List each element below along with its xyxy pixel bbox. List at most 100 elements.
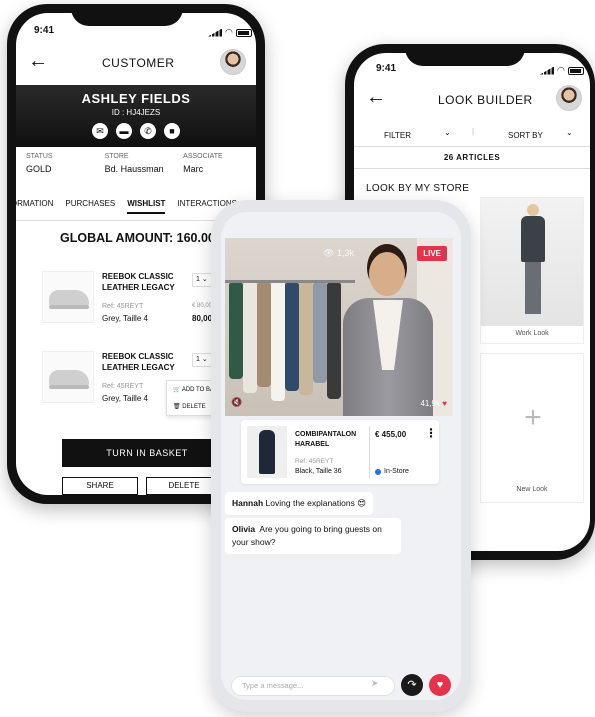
back-arrow-icon[interactable]: ← bbox=[28, 51, 48, 71]
sound-off-icon[interactable]: 🔇 bbox=[231, 397, 242, 408]
chevron-down-icon: ⌄ bbox=[201, 356, 208, 363]
product-ref: Ref: 45REYT bbox=[295, 458, 334, 465]
more-options-icon[interactable]: ⋮ bbox=[425, 426, 437, 440]
avatar[interactable] bbox=[220, 49, 246, 75]
chevron-down-icon: ⌄ bbox=[201, 276, 208, 283]
turn-in-basket-button[interactable]: TURN IN BASKET bbox=[62, 439, 232, 467]
old-price: € 80,00 bbox=[192, 303, 213, 309]
garment bbox=[299, 283, 313, 395]
product-option: Grey, Taille 4 bbox=[102, 314, 148, 323]
live-video[interactable]: 👁 1,3k LIVE 🔇 41,9k ♥ bbox=[225, 238, 453, 416]
associate-label: ASSOCIATE bbox=[183, 153, 223, 160]
like-count: 41,9k ♥ bbox=[420, 399, 447, 408]
look-caption: Work Look bbox=[515, 330, 549, 337]
featured-product-card[interactable]: COMBIPANTALON HARABEL Ref: 45REYT Black,… bbox=[241, 420, 439, 484]
status-icons: ◠ bbox=[208, 27, 252, 38]
heart-icon[interactable]: ♥ bbox=[429, 674, 451, 696]
garment bbox=[313, 283, 327, 383]
product-thumbnail bbox=[42, 271, 94, 323]
heart-icon: ♥ bbox=[442, 399, 447, 408]
battery-icon bbox=[235, 28, 252, 37]
wifi-icon: ◠ bbox=[557, 65, 565, 75]
chevron-down-icon[interactable]: ⌄ bbox=[444, 128, 451, 137]
product-option: Black, Taille 36 bbox=[295, 468, 342, 475]
message-author: Olivia bbox=[232, 524, 256, 534]
chat-message: Hannah Loving the explanations 😍 bbox=[225, 492, 374, 515]
new-look-placeholder: + bbox=[481, 354, 583, 482]
status-time: 9:41 bbox=[34, 25, 55, 36]
look-card-work[interactable]: Work Look bbox=[480, 197, 584, 344]
message-author: Hannah bbox=[232, 498, 264, 508]
article-count: 26 ARTICLES bbox=[354, 147, 590, 169]
customer-id: ID : HJ4JEZS bbox=[111, 108, 161, 117]
message-icon[interactable]: ▬ bbox=[116, 123, 132, 139]
global-amount: GLOBAL AMOUNT: 160.00€ bbox=[60, 231, 222, 245]
status-value: GOLD bbox=[26, 164, 52, 174]
section-title: LOOK BY MY STORE bbox=[366, 183, 470, 194]
plus-icon[interactable]: + bbox=[481, 354, 585, 482]
host-head bbox=[369, 252, 405, 296]
product-name: COMBIPANTALON HARABEL bbox=[295, 431, 357, 448]
store-value: Bd. Haussman bbox=[104, 164, 164, 174]
status-time: 9:41 bbox=[376, 63, 397, 74]
viewer-count: 👁 1,3k bbox=[323, 248, 354, 258]
live-phone: 👁 1,3k LIVE 🔇 41,9k ♥ COMBIPANTALON HARA… bbox=[211, 200, 471, 712]
back-arrow-icon[interactable]: ← bbox=[366, 87, 386, 107]
product-ref: Ref: 45REYT bbox=[102, 303, 144, 310]
in-store-dot-icon bbox=[375, 468, 381, 475]
basket-icon: 🛒 bbox=[173, 387, 181, 393]
send-icon[interactable]: ➤ bbox=[371, 678, 379, 689]
phone-icon[interactable]: ✆ bbox=[140, 123, 156, 139]
store-label: STORE bbox=[104, 153, 129, 160]
tab-purchases[interactable]: PURCHASES bbox=[65, 199, 115, 214]
customer-banner: ASHLEY FIELDS ID : HJ4JEZS ✉ ▬ ✆ ■ bbox=[16, 85, 256, 147]
status-icons: ◠ bbox=[540, 65, 584, 76]
tab-formation[interactable]: FORMATION bbox=[16, 199, 53, 214]
stock-status: In-Store bbox=[375, 468, 409, 475]
page-title: LOOK BUILDER bbox=[438, 93, 533, 107]
share-icon[interactable]: ↷ bbox=[401, 674, 423, 696]
chevron-down-icon[interactable]: ⌄ bbox=[566, 128, 573, 137]
live-badge: LIVE bbox=[417, 246, 447, 261]
email-icon[interactable]: ✉ bbox=[92, 123, 108, 139]
trash-icon: 🗑 bbox=[173, 404, 181, 410]
product-thumbnail bbox=[247, 426, 287, 478]
product-price: € 455,00 bbox=[375, 430, 407, 439]
product-name: REEBOK CLASSIC LEATHER LEGACY bbox=[102, 352, 175, 372]
avatar[interactable] bbox=[556, 85, 582, 111]
product-option: Grey, Taille 4 bbox=[102, 394, 148, 403]
customer-actions: ✉ ▬ ✆ ■ bbox=[16, 123, 256, 139]
status-label: STATUS bbox=[26, 153, 53, 160]
sneaker-image bbox=[49, 370, 89, 389]
garment bbox=[327, 283, 341, 399]
garment bbox=[271, 283, 285, 401]
tab-wishlist[interactable]: WISHLIST bbox=[127, 199, 166, 214]
chat-message: Olivia Are you going to bring guests on … bbox=[225, 518, 401, 554]
filter-bar: FILTER ⌄ | SORT BY ⌄ bbox=[354, 123, 590, 147]
signal-icon bbox=[208, 28, 222, 37]
live-screen: 👁 1,3k LIVE 🔇 41,9k ♥ COMBIPANTALON HARA… bbox=[221, 212, 461, 700]
phone-notch bbox=[405, 44, 525, 66]
model-image bbox=[521, 204, 545, 314]
associate-value: Marc bbox=[183, 164, 204, 174]
eye-icon: 👁 bbox=[323, 248, 335, 258]
customer-name: ASHLEY FIELDS bbox=[81, 91, 191, 106]
garment bbox=[229, 283, 243, 379]
look-caption: New Look bbox=[516, 486, 548, 493]
look-image bbox=[481, 198, 583, 326]
sneaker-image bbox=[49, 290, 89, 309]
battery-icon bbox=[567, 66, 584, 75]
product-ref: Ref: 45REYT bbox=[102, 383, 144, 390]
product-thumbnail bbox=[42, 351, 94, 403]
look-card-new[interactable]: + New Look bbox=[480, 353, 584, 503]
phone-notch bbox=[71, 4, 183, 26]
sort-dropdown[interactable]: SORT BY bbox=[508, 131, 543, 140]
divider: | bbox=[472, 127, 475, 136]
divider bbox=[369, 426, 370, 478]
garment bbox=[285, 283, 299, 391]
customer-info: STATUS GOLD STORE Bd. Haussman ASSOCIATE… bbox=[16, 153, 256, 174]
share-button[interactable]: SHARE bbox=[62, 477, 138, 495]
calendar-icon[interactable]: ■ bbox=[164, 123, 180, 139]
filter-dropdown[interactable]: FILTER bbox=[384, 131, 411, 140]
message-text: Are you going to bring guests on your sh… bbox=[232, 524, 382, 547]
